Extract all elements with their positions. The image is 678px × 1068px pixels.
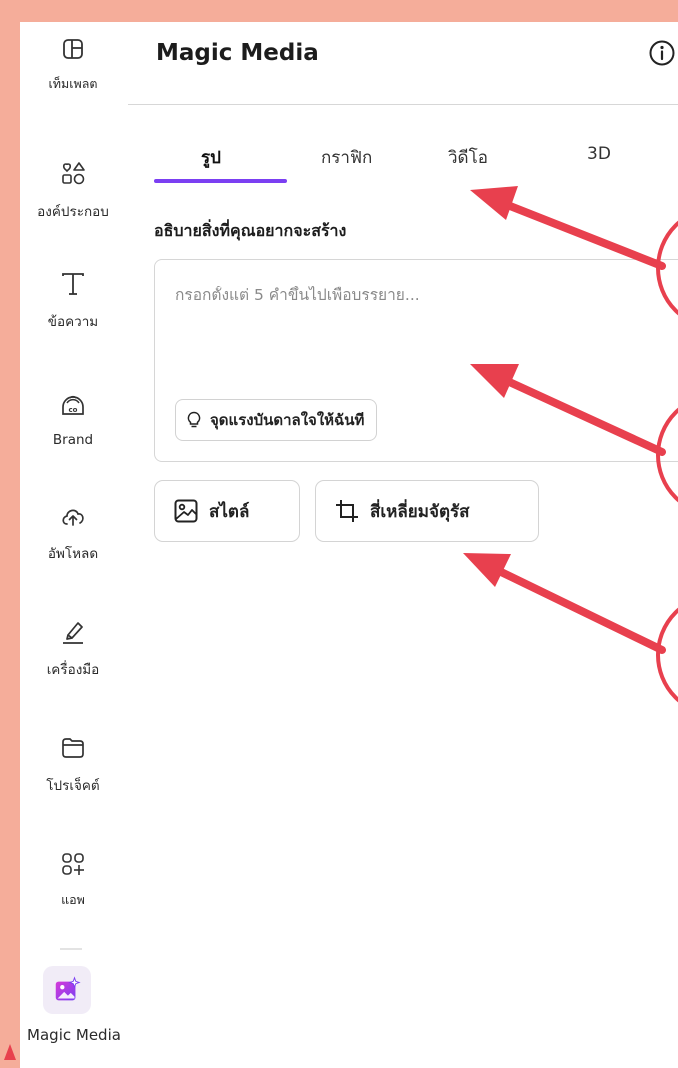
sidebar-item-label: โปรเจ็คต์ — [46, 778, 100, 794]
inspire-me-label: จุดแรงบันดาลใจให้ฉันที — [210, 411, 365, 429]
sidebar-item-templates[interactable]: เท็มเพลต — [20, 34, 126, 94]
inspire-me-button[interactable]: จุดแรงบันดาลใจให้ฉันที — [175, 399, 378, 441]
tab-graphic[interactable]: กราฟิก — [321, 144, 372, 171]
header-divider — [128, 104, 678, 105]
app-frame: เท็มเพลต องค์ประกอบ ข้อความ co Brand อัพ… — [20, 22, 678, 1068]
tab-3d[interactable]: 3D — [587, 144, 611, 164]
svg-text:co: co — [69, 406, 78, 414]
magic-media-icon — [55, 976, 81, 1001]
prompt-label: อธิบายสิ่งที่คุณอยากจะสร้าง — [154, 221, 347, 240]
sidebar-item-label: เครื่องมือ — [46, 662, 100, 678]
tab-video[interactable]: วิดีโอ — [448, 144, 488, 171]
elements-icon — [62, 162, 85, 185]
upload-cloud-icon — [62, 509, 84, 526]
aspect-ratio-label: สี่เหลี่ยมจัตุรัส — [370, 501, 470, 522]
tab-image[interactable]: รูป — [201, 144, 221, 171]
active-tab-indicator — [154, 179, 287, 183]
template-icon — [63, 39, 83, 59]
prompt-input[interactable] — [175, 286, 655, 304]
aspect-ratio-button[interactable]: สี่เหลี่ยมจัตุรัส — [315, 480, 539, 542]
crop-icon — [336, 500, 358, 522]
sidebar-item-apps[interactable]: แอพ — [20, 848, 126, 910]
sidebar-item-label: อัพโหลด — [47, 546, 99, 562]
sidebar: เท็มเพลต องค์ประกอบ ข้อความ co Brand อัพ… — [20, 22, 126, 1068]
sidebar-item-label: เท็มเพลต — [48, 76, 98, 91]
sidebar-item-brand[interactable]: co Brand — [20, 390, 126, 448]
apps-icon — [62, 853, 84, 875]
annotation-arrowhead — [4, 1044, 16, 1060]
sidebar-item-draw[interactable]: เครื่องมือ — [20, 616, 126, 680]
brand-icon: co — [62, 395, 84, 415]
magic-media-label: Magic Media — [27, 1026, 121, 1044]
sidebar-item-label: Brand — [52, 432, 94, 448]
sidebar-item-label: แอพ — [61, 892, 85, 907]
sidebar-item-magic-media[interactable] — [43, 966, 91, 1014]
sidebar-divider — [60, 948, 82, 950]
text-icon — [62, 273, 84, 295]
sidebar-item-projects[interactable]: โปรเจ็คต์ — [20, 732, 126, 796]
sidebar-item-uploads[interactable]: อัพโหลด — [20, 500, 126, 564]
prompt-box: จุดแรงบันดาลใจให้ฉันที — [154, 259, 678, 462]
page-title: Magic Media — [156, 40, 319, 66]
draw-tools-icon — [63, 622, 83, 644]
lightbulb-icon — [187, 411, 201, 428]
image-icon — [174, 499, 198, 523]
sidebar-item-text[interactable]: ข้อความ — [20, 268, 126, 332]
style-button[interactable]: สไตล์ — [154, 480, 300, 542]
info-icon[interactable] — [647, 38, 677, 68]
sidebar-item-label: องค์ประกอบ — [37, 204, 109, 220]
folder-icon — [62, 738, 84, 758]
sidebar-item-label: ข้อความ — [47, 314, 99, 330]
style-label: สไตล์ — [209, 501, 250, 522]
sidebar-item-elements[interactable]: องค์ประกอบ — [20, 158, 126, 222]
